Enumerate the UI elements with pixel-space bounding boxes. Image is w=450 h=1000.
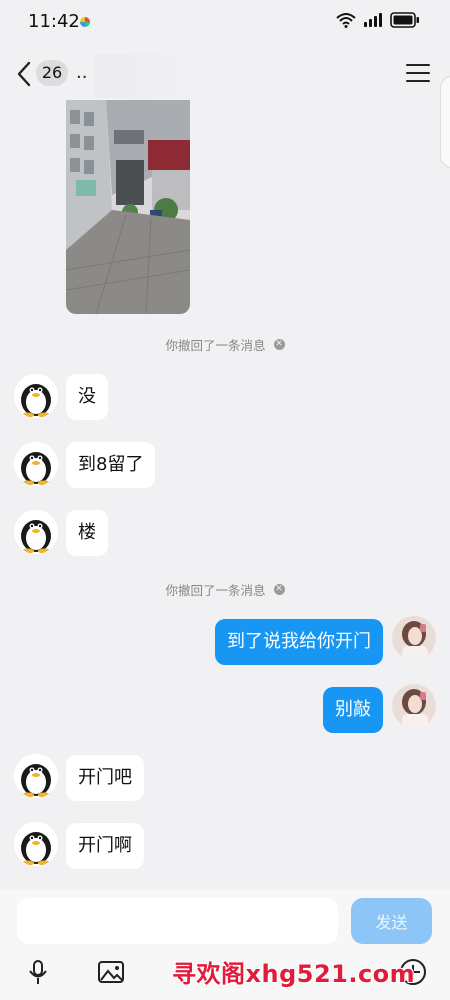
back-arrow-icon[interactable]: [14, 60, 34, 88]
contact-avatar[interactable]: [14, 822, 58, 866]
unread-count-badge[interactable]: 26: [36, 60, 68, 86]
wifi-icon: [336, 13, 356, 28]
message-bubble-incoming[interactable]: 楼: [66, 510, 108, 556]
contact-avatar[interactable]: [14, 510, 58, 554]
penguin-avatar-icon: [14, 822, 58, 866]
close-icon[interactable]: ✕: [273, 584, 285, 595]
battery-icon: [390, 12, 419, 28]
message-bubble-incoming[interactable]: 到8留了: [66, 442, 156, 488]
microphone-icon[interactable]: [24, 958, 52, 986]
image-icon[interactable]: [97, 958, 125, 986]
message-bubble-outgoing[interactable]: 别敲: [323, 687, 383, 733]
photo-message[interactable]: [66, 100, 190, 314]
message-input[interactable]: [17, 898, 338, 944]
chat-title: ..: [76, 62, 88, 83]
street-photo: [66, 100, 190, 314]
status-bar: 11:42: [0, 0, 450, 44]
contact-avatar[interactable]: [14, 374, 58, 418]
self-avatar[interactable]: [392, 616, 436, 660]
self-avatar[interactable]: [392, 684, 436, 728]
status-time: 11:42: [28, 11, 80, 32]
contact-avatar[interactable]: [14, 754, 58, 798]
chat-screen: 11:42 26 .. 你撤回了一条消息 ✕ 没 到8留了 楼 你撤回了一条消息…: [0, 0, 450, 1000]
watermark-text: 寻欢阁xhg521.com: [172, 960, 416, 988]
send-button[interactable]: 发送: [351, 898, 432, 944]
penguin-avatar-icon: [14, 442, 58, 486]
penguin-avatar-icon: [14, 374, 58, 418]
side-drawer-handle[interactable]: [440, 76, 450, 168]
user-photo-avatar: [392, 684, 436, 728]
message-bubble-incoming[interactable]: 开门啊: [66, 823, 144, 869]
chat-header: 26 ..: [0, 48, 450, 100]
recall-notice: 你撤回了一条消息 ✕: [0, 335, 450, 354]
recall-notice-text: 你撤回了一条消息: [165, 338, 266, 353]
signal-icon: [364, 13, 382, 27]
contact-avatar[interactable]: [14, 442, 58, 486]
close-icon[interactable]: ✕: [273, 339, 285, 350]
penguin-avatar-icon: [14, 510, 58, 554]
title-blur-mask: [94, 54, 206, 98]
message-bubble-incoming[interactable]: 没: [66, 374, 108, 420]
status-icons: [336, 12, 420, 28]
message-bubble-incoming[interactable]: 开门吧: [66, 755, 144, 801]
penguin-avatar-icon: [14, 754, 58, 798]
user-photo-avatar: [392, 616, 436, 660]
message-bubble-outgoing[interactable]: 到了说我给你开门: [215, 619, 383, 665]
app-notification-icon: [80, 17, 90, 27]
menu-icon[interactable]: [406, 64, 430, 84]
recall-notice-text: 你撤回了一条消息: [165, 583, 266, 598]
recall-notice: 你撤回了一条消息 ✕: [0, 580, 450, 599]
